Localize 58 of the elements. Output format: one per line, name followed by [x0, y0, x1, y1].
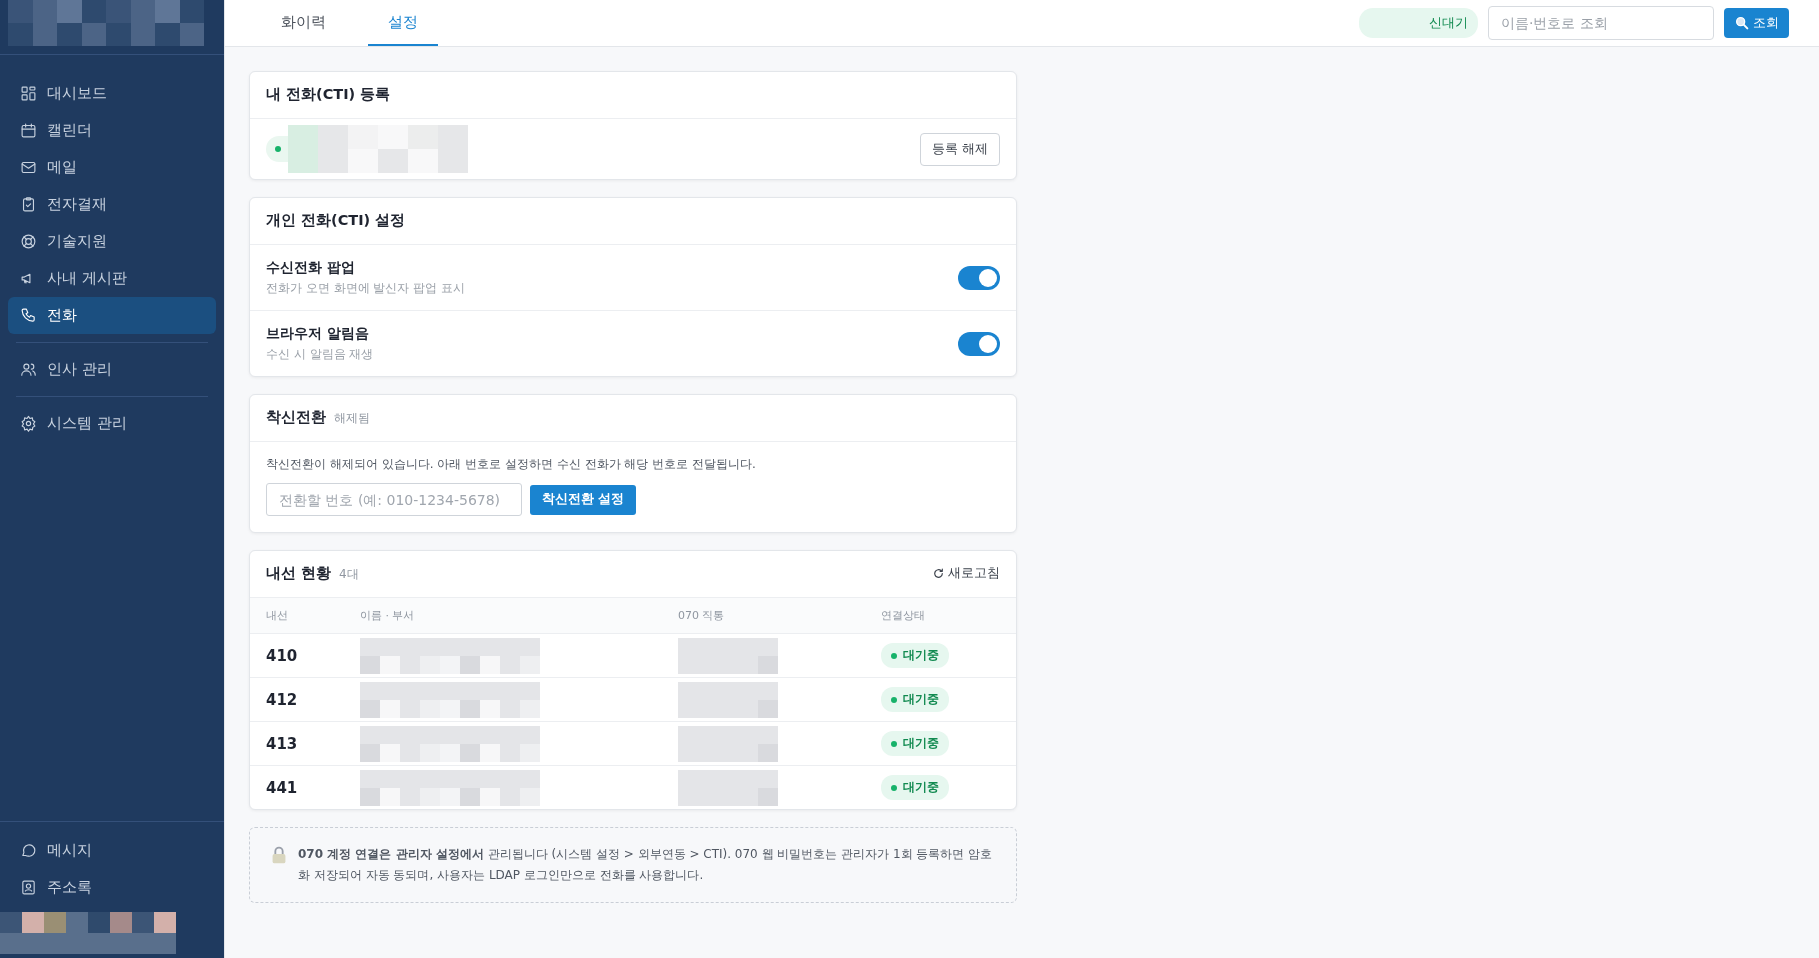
toggle-switch[interactable] [958, 332, 1000, 356]
unregister-button[interactable]: 등록 해제 [920, 132, 1000, 166]
phone-icon [20, 307, 37, 324]
dashboard-icon [20, 85, 37, 102]
forwarding-button[interactable]: 착신전환 설정 [530, 484, 637, 515]
toggle-switch[interactable] [958, 266, 1000, 290]
sidebar-item[interactable]: 전화 [8, 297, 216, 334]
mail-icon [20, 159, 37, 176]
column-header: 연결상태 [881, 608, 926, 623]
search-icon [1734, 15, 1750, 31]
status-pill: 대기중 [881, 643, 949, 668]
sidebar-item[interactable]: 대시보드 [8, 75, 216, 112]
settings-icon [20, 415, 37, 432]
setting-description: 전화가 오면 화면에 발신자 팝업 표시 [266, 280, 466, 297]
phone-number-field[interactable]: 전환할 번호 (예: 010-1234-5678) [266, 483, 522, 516]
extension-number: 441 [266, 778, 299, 797]
card-title: 내선 현황 [266, 564, 332, 583]
tab[interactable]: 화이력 [281, 0, 346, 46]
card-title: 개인 전화(CTI) 설정 [266, 211, 406, 230]
sidebar-item[interactable]: 시스템 관리 [8, 405, 216, 442]
status-pill: 대기중 [881, 775, 949, 800]
status-pill: 대기중 [881, 731, 949, 756]
setting-label: 브라우저 알림음 [266, 325, 370, 343]
sidebar-item[interactable]: 사내 게시판 [8, 260, 216, 297]
sidebar-item[interactable]: 인사 관리 [8, 351, 216, 388]
people-icon [20, 361, 37, 378]
column-header: 이름 · 부서 [360, 608, 416, 623]
refresh-icon [932, 567, 945, 580]
clipboard-icon [20, 196, 37, 213]
search-field[interactable]: 이름·번호로 조회 [1488, 6, 1714, 40]
extension-number: 413 [266, 734, 299, 753]
card-title: 내 전화(CTI) 등록 [266, 85, 391, 104]
calendar-icon [20, 122, 37, 139]
chat-bubble-icon [20, 842, 37, 859]
tab[interactable]: 설정 [368, 0, 438, 46]
sidebar-item[interactable]: 메일 [8, 149, 216, 186]
extension-number: 410 [266, 646, 299, 665]
column-header: 내선 [266, 608, 289, 623]
note-text: 070 계정 연결은 관리자 설정에서 관리됩니다 (시스템 설정 > 외부연동 > CTI). 070 웹 비밀번호는 관리자가 1회 등록하면 암호화 저장되어 자동 동되며, 사용자는 LDAP 로그인만으로 전화를 사용합니다. [298, 846, 994, 884]
sidebar-item[interactable]: 주소록 [8, 869, 216, 906]
contact-card-icon [20, 879, 37, 896]
search-button[interactable]: 조회 [1724, 8, 1789, 38]
sidebar-item[interactable]: 메시지 [8, 832, 216, 869]
sidebar-item[interactable]: 기술지원 [8, 223, 216, 260]
card-title: 착신전환 [266, 408, 326, 427]
status-pill: 대기중 [881, 687, 949, 712]
setting-label: 수신전화 팝업 [266, 259, 356, 277]
column-header: 070 직통 [678, 608, 726, 623]
extension-number: 412 [266, 690, 299, 709]
setting-description: 수신 시 알림음 재생 [266, 346, 374, 363]
sidebar-item[interactable]: 캘린더 [8, 112, 216, 149]
lifebuoy-icon [20, 233, 37, 250]
status-pill: 신대기 [1359, 8, 1478, 38]
sidebar-item[interactable]: 전자결재 [8, 186, 216, 223]
forwarding-message: 착신전환이 해제되어 있습니다. 아래 번호로 설정하면 수신 전화가 해당 번호로 전달됩니다. [266, 456, 757, 473]
refresh-button[interactable]: 새로고침 [932, 565, 1000, 582]
extension-count: 4대 [339, 566, 359, 583]
forwarding-status: 해제됨 [334, 410, 370, 427]
